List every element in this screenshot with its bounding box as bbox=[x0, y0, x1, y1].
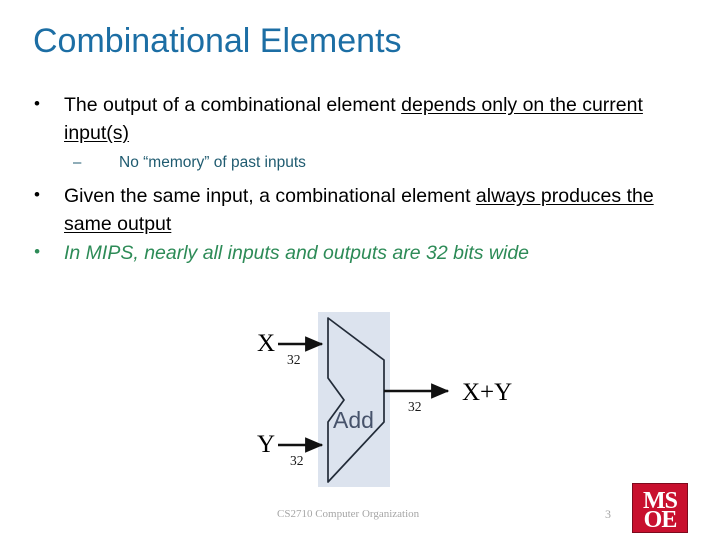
alu-diagram-svg: Add X 32 Y 32 32 X+Y bbox=[257, 312, 512, 487]
sub-bullet-text: No “memory” of past inputs bbox=[119, 154, 306, 172]
bullet-text: The output of a combinational element de… bbox=[64, 92, 688, 147]
msoe-logo-line-2: OE bbox=[643, 507, 678, 533]
alu-operation-label: Add bbox=[333, 407, 374, 433]
bullet-item: • In MIPS, nearly all inputs and outputs… bbox=[28, 240, 688, 268]
bullet-text: In MIPS, nearly all inputs and outputs a… bbox=[64, 242, 530, 265]
sub-bullet-marker-icon: – bbox=[73, 154, 82, 172]
sub-bullet-item: – No “memory” of past inputs bbox=[28, 152, 688, 174]
input-label-x: X bbox=[257, 330, 275, 357]
output-width: 32 bbox=[408, 399, 422, 414]
bullet-marker-icon: • bbox=[34, 94, 40, 113]
footer-course-label: CS2710 Computer Organization bbox=[277, 508, 420, 520]
input-label-y: Y bbox=[257, 431, 275, 458]
bullet-item: • The output of a combinational element … bbox=[28, 92, 688, 147]
output-label: X+Y bbox=[462, 379, 512, 406]
alu-adder-diagram: Add X 32 Y 32 32 X+Y bbox=[240, 300, 540, 500]
bullet-list: • The output of a combinational element … bbox=[28, 92, 688, 270]
bullet-text-plain: The output of a combinational element bbox=[64, 94, 402, 116]
input-width-x: 32 bbox=[287, 352, 301, 367]
bullet-marker-icon: • bbox=[34, 242, 40, 262]
bullet-text: Given the same input, a combinational el… bbox=[64, 183, 688, 238]
bullet-item: • Given the same input, a combinational … bbox=[28, 183, 688, 238]
page-number: 3 bbox=[605, 507, 611, 521]
page-title: Combinational Elements bbox=[33, 22, 402, 60]
bullet-marker-icon: • bbox=[34, 185, 40, 205]
bullet-text-plain: Given the same input, a combinational el… bbox=[64, 185, 476, 208]
msoe-logo: MS OE bbox=[632, 483, 688, 533]
input-width-y: 32 bbox=[290, 453, 304, 468]
